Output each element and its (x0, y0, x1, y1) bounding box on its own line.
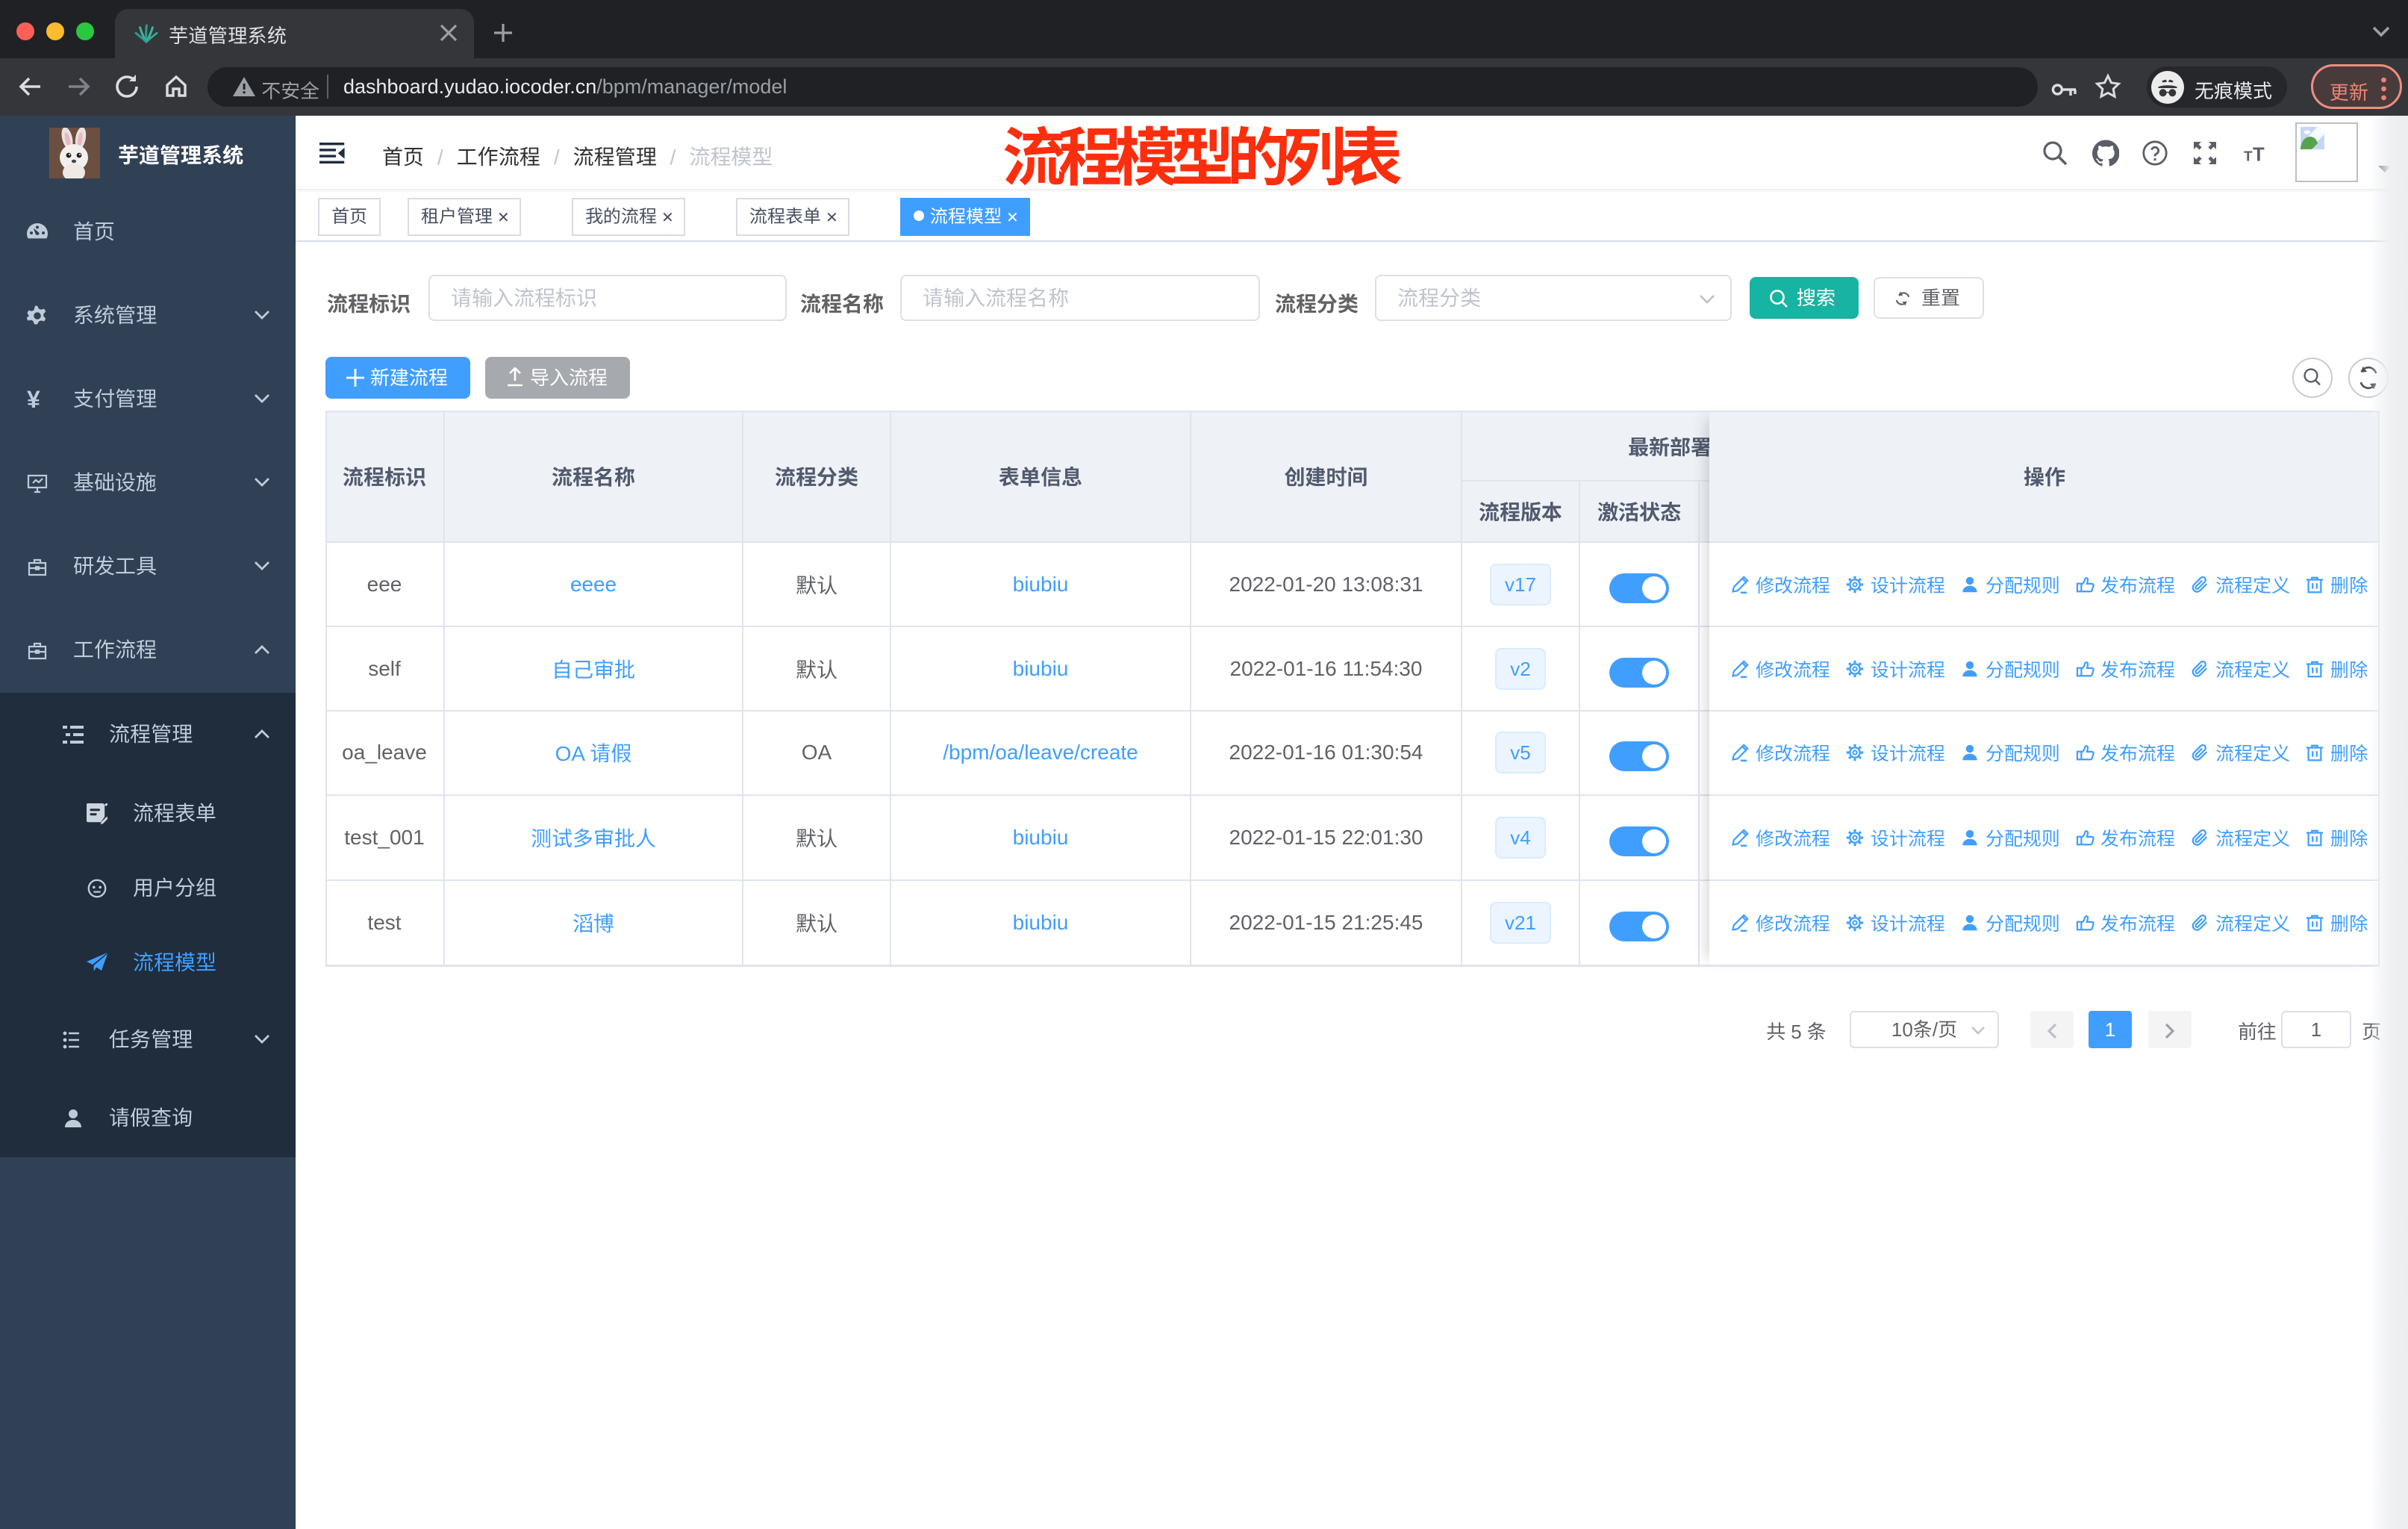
svg-text:T: T (2253, 144, 2265, 165)
svg-text:T: T (2244, 148, 2253, 164)
